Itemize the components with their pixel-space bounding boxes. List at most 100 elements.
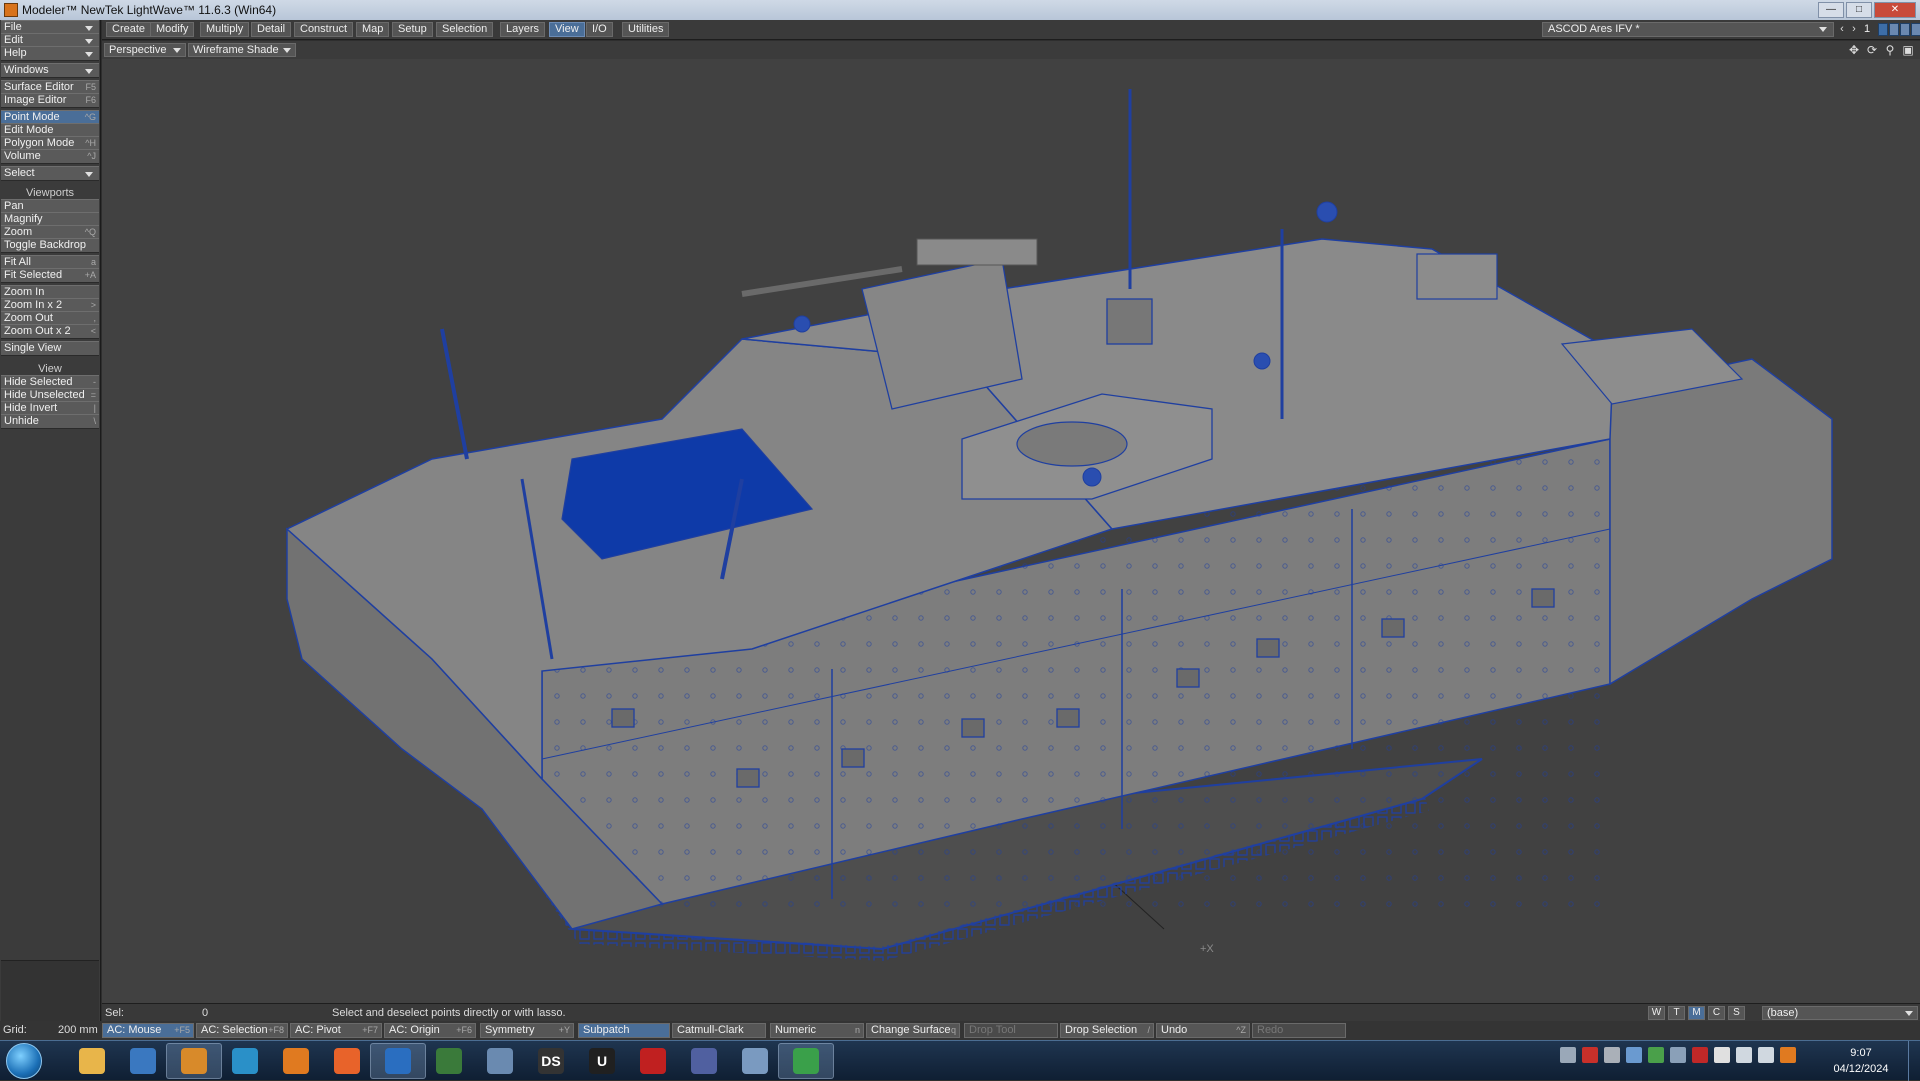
select-dropdown[interactable]: Select bbox=[1, 166, 99, 181]
tab-modify[interactable]: Modify bbox=[150, 22, 195, 37]
symmetry-button[interactable]: Symmetry +Y bbox=[480, 1023, 574, 1038]
zbrush-like-icon bbox=[640, 1048, 666, 1074]
perspective-viewport[interactable]: +X bbox=[102, 59, 1920, 1003]
taskbar-app-chrome[interactable] bbox=[778, 1043, 834, 1079]
change-surface-button[interactable]: Change Surface q bbox=[866, 1023, 960, 1038]
windows-menu[interactable]: Windows bbox=[1, 63, 99, 78]
taskbar-app-zbrush-like[interactable] bbox=[625, 1043, 681, 1079]
zoom-in-label: Zoom In bbox=[4, 286, 45, 298]
taskbar-app-terminal[interactable] bbox=[421, 1043, 477, 1079]
layer-toggle[interactable] bbox=[1911, 23, 1920, 36]
render-mode-dropdown[interactable]: Wireframe Shade bbox=[188, 43, 296, 57]
show-desktop-button[interactable] bbox=[1908, 1041, 1920, 1081]
ac-selection-button[interactable]: AC: Selection +F8 bbox=[196, 1023, 288, 1038]
network-icon[interactable] bbox=[1736, 1047, 1752, 1063]
toggle-w[interactable]: W bbox=[1648, 1006, 1665, 1020]
rotate-view-icon[interactable]: ⟳ bbox=[1864, 43, 1880, 57]
start-button[interactable] bbox=[6, 1043, 42, 1079]
tab-layers[interactable]: Layers bbox=[500, 22, 546, 37]
view-type-dropdown[interactable]: Perspective bbox=[104, 43, 186, 57]
layer-name-dropdown[interactable]: (base) bbox=[1762, 1006, 1918, 1020]
maximize-button[interactable]: □ bbox=[1846, 2, 1872, 18]
ac-mouse-button[interactable]: AC: Mouse +F5 bbox=[102, 1023, 194, 1038]
magnify-label: Magnify bbox=[4, 213, 43, 225]
subpatch-button[interactable]: Subpatch bbox=[578, 1023, 670, 1038]
tray-icon[interactable] bbox=[1626, 1047, 1642, 1063]
volume-mode-button[interactable]: Volume ^J bbox=[1, 149, 99, 164]
chevron-right-icon[interactable]: › bbox=[1848, 23, 1860, 36]
taskbar-app-blender-like[interactable] bbox=[217, 1043, 273, 1079]
help-menu[interactable]: Help bbox=[1, 46, 99, 61]
zoom-view-icon[interactable]: ⚲ bbox=[1882, 43, 1898, 57]
button-label: Drop Tool bbox=[969, 1024, 1016, 1036]
toggle-c[interactable]: C bbox=[1708, 1006, 1725, 1020]
taskbar-app-unreal[interactable]: U bbox=[574, 1043, 630, 1079]
shortcut-key: +F7 bbox=[362, 1025, 378, 1035]
catmull-clark-dropdown[interactable]: Catmull-Clark bbox=[672, 1023, 766, 1038]
shortcut-key: q bbox=[950, 1025, 956, 1035]
minimize-button[interactable]: — bbox=[1818, 2, 1844, 18]
taskbar-app-photo-viewer[interactable] bbox=[115, 1043, 171, 1079]
close-button[interactable]: ✕ bbox=[1874, 2, 1916, 18]
tab-detail[interactable]: Detail bbox=[251, 22, 292, 37]
unhide-button[interactable]: Unhide \ bbox=[1, 414, 99, 429]
taskbar-app-photoshop-like[interactable] bbox=[268, 1043, 324, 1079]
ac-pivot-button[interactable]: AC: Pivot +F7 bbox=[290, 1023, 382, 1038]
taskbar-app-substance[interactable] bbox=[676, 1043, 732, 1079]
tray-icon[interactable] bbox=[1560, 1047, 1576, 1063]
button-label: Drop Selection bbox=[1065, 1024, 1138, 1036]
render-mode-label: Wireframe Shade bbox=[193, 44, 279, 56]
flag-icon[interactable] bbox=[1714, 1047, 1730, 1063]
taskbar-app-paint-app[interactable] bbox=[727, 1043, 783, 1079]
toggle-m[interactable]: M bbox=[1688, 1006, 1705, 1020]
tab-utilities[interactable]: Utilities bbox=[622, 22, 670, 37]
tray-icon[interactable] bbox=[1604, 1047, 1620, 1063]
undo-button[interactable]: Undo ^Z bbox=[1156, 1023, 1250, 1038]
tray-icon[interactable] bbox=[1780, 1047, 1796, 1063]
tab-construct[interactable]: Construct bbox=[294, 22, 354, 37]
layer-toggle[interactable] bbox=[1889, 23, 1899, 36]
tray-icon[interactable] bbox=[1692, 1047, 1708, 1063]
tab-io[interactable]: I/O bbox=[586, 22, 613, 37]
image-editor-button[interactable]: Image Editor F6 bbox=[1, 93, 99, 108]
numeric-button[interactable]: Numeric n bbox=[770, 1023, 864, 1038]
redo-button[interactable]: Redo bbox=[1252, 1023, 1346, 1038]
tray-icon[interactable] bbox=[1670, 1047, 1686, 1063]
tab-map[interactable]: Map bbox=[356, 22, 390, 37]
object-selector[interactable]: ASCOD Ares IFV * bbox=[1542, 22, 1834, 37]
taskbar-app-daz-studio[interactable]: DS bbox=[523, 1043, 579, 1079]
taskbar-app-lightwave-layout[interactable] bbox=[166, 1043, 222, 1079]
toggle-s[interactable]: S bbox=[1728, 1006, 1745, 1020]
photoshop-icon bbox=[385, 1048, 411, 1074]
tab-selection[interactable]: Selection bbox=[436, 22, 494, 37]
tray-icon[interactable] bbox=[1648, 1047, 1664, 1063]
chevron-left-icon[interactable]: ‹ bbox=[1836, 23, 1848, 36]
fit-selected-button[interactable]: Fit Selected +A bbox=[1, 268, 99, 283]
zoom-out-x2-button[interactable]: Zoom Out x 2 < bbox=[1, 324, 99, 339]
taskbar-app-firefox[interactable] bbox=[319, 1043, 375, 1079]
taskbar-app-calculator[interactable] bbox=[472, 1043, 528, 1079]
tab-setup[interactable]: Setup bbox=[392, 22, 433, 37]
maximize-viewport-icon[interactable]: ▣ bbox=[1900, 43, 1916, 57]
layer-toggle[interactable] bbox=[1878, 23, 1888, 36]
shortcut-key: / bbox=[1147, 1025, 1150, 1035]
hide-selected-label: Hide Selected bbox=[4, 376, 73, 388]
taskbar-app-file-explorer[interactable] bbox=[64, 1043, 120, 1079]
tab-create[interactable]: Create bbox=[106, 22, 152, 37]
layer-toggle[interactable] bbox=[1900, 23, 1910, 36]
ac-origin-button[interactable]: AC: Origin +F6 bbox=[384, 1023, 476, 1038]
toggle-backdrop-button[interactable]: Toggle Backdrop bbox=[1, 238, 99, 253]
volume-icon[interactable] bbox=[1758, 1047, 1774, 1063]
drop-tool-button[interactable]: Drop Tool bbox=[964, 1023, 1058, 1038]
toggle-t[interactable]: T bbox=[1668, 1006, 1685, 1020]
button-label: Numeric bbox=[775, 1024, 816, 1036]
taskbar-app-photoshop[interactable] bbox=[370, 1043, 426, 1079]
move-view-icon[interactable]: ✥ bbox=[1846, 43, 1862, 57]
single-view-button[interactable]: Single View bbox=[1, 341, 99, 356]
tab-view[interactable]: View bbox=[549, 22, 585, 37]
tab-multiply[interactable]: Multiply bbox=[200, 22, 250, 37]
drop-selection-button[interactable]: Drop Selection / bbox=[1060, 1023, 1154, 1038]
image-editor-label: Image Editor bbox=[4, 94, 67, 106]
tray-icon[interactable] bbox=[1582, 1047, 1598, 1063]
taskbar-clock[interactable]: 9:07 04/12/2024 bbox=[1826, 1045, 1896, 1077]
